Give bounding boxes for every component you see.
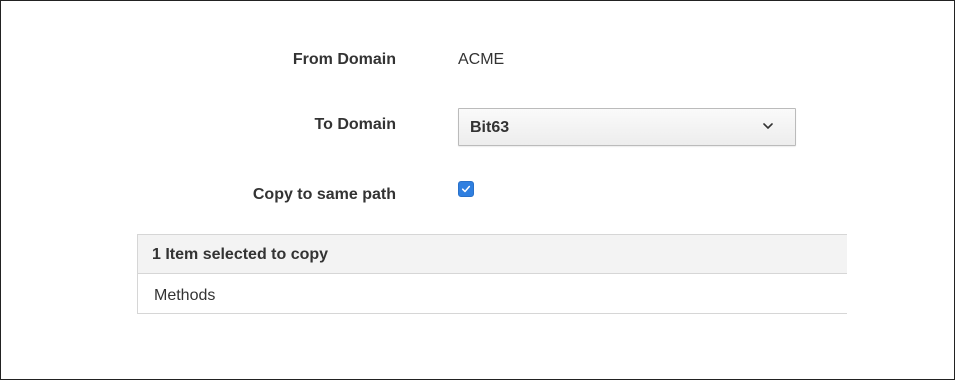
to-domain-selected-value: Bit63: [470, 119, 510, 136]
to-domain-label: To Domain: [314, 116, 396, 133]
from-domain-value: ACME: [458, 51, 505, 68]
chevron-down-icon: [763, 123, 773, 129]
list-item-label: Methods: [154, 287, 216, 304]
from-domain-label: From Domain: [292, 51, 396, 68]
selected-items-count: 1 Item selected to copy: [152, 246, 329, 263]
from-domain-row: From Domain ACME: [1, 50, 957, 90]
selected-items-header: 1 Item selected to copy: [137, 234, 847, 274]
copy-same-path-row: Copy to same path: [1, 185, 957, 225]
copy-same-path-label: Copy to same path: [252, 186, 396, 203]
dialog-frame: From Domain ACME To Domain Bit63 Copy to…: [0, 0, 955, 380]
checkmark-icon: [461, 185, 471, 193]
to-domain-select[interactable]: Bit63: [458, 108, 796, 146]
copy-same-path-checkbox[interactable]: [458, 181, 474, 197]
selected-items-panel: 1 Item selected to copy Methods: [137, 234, 847, 314]
list-item[interactable]: Methods: [137, 274, 847, 314]
